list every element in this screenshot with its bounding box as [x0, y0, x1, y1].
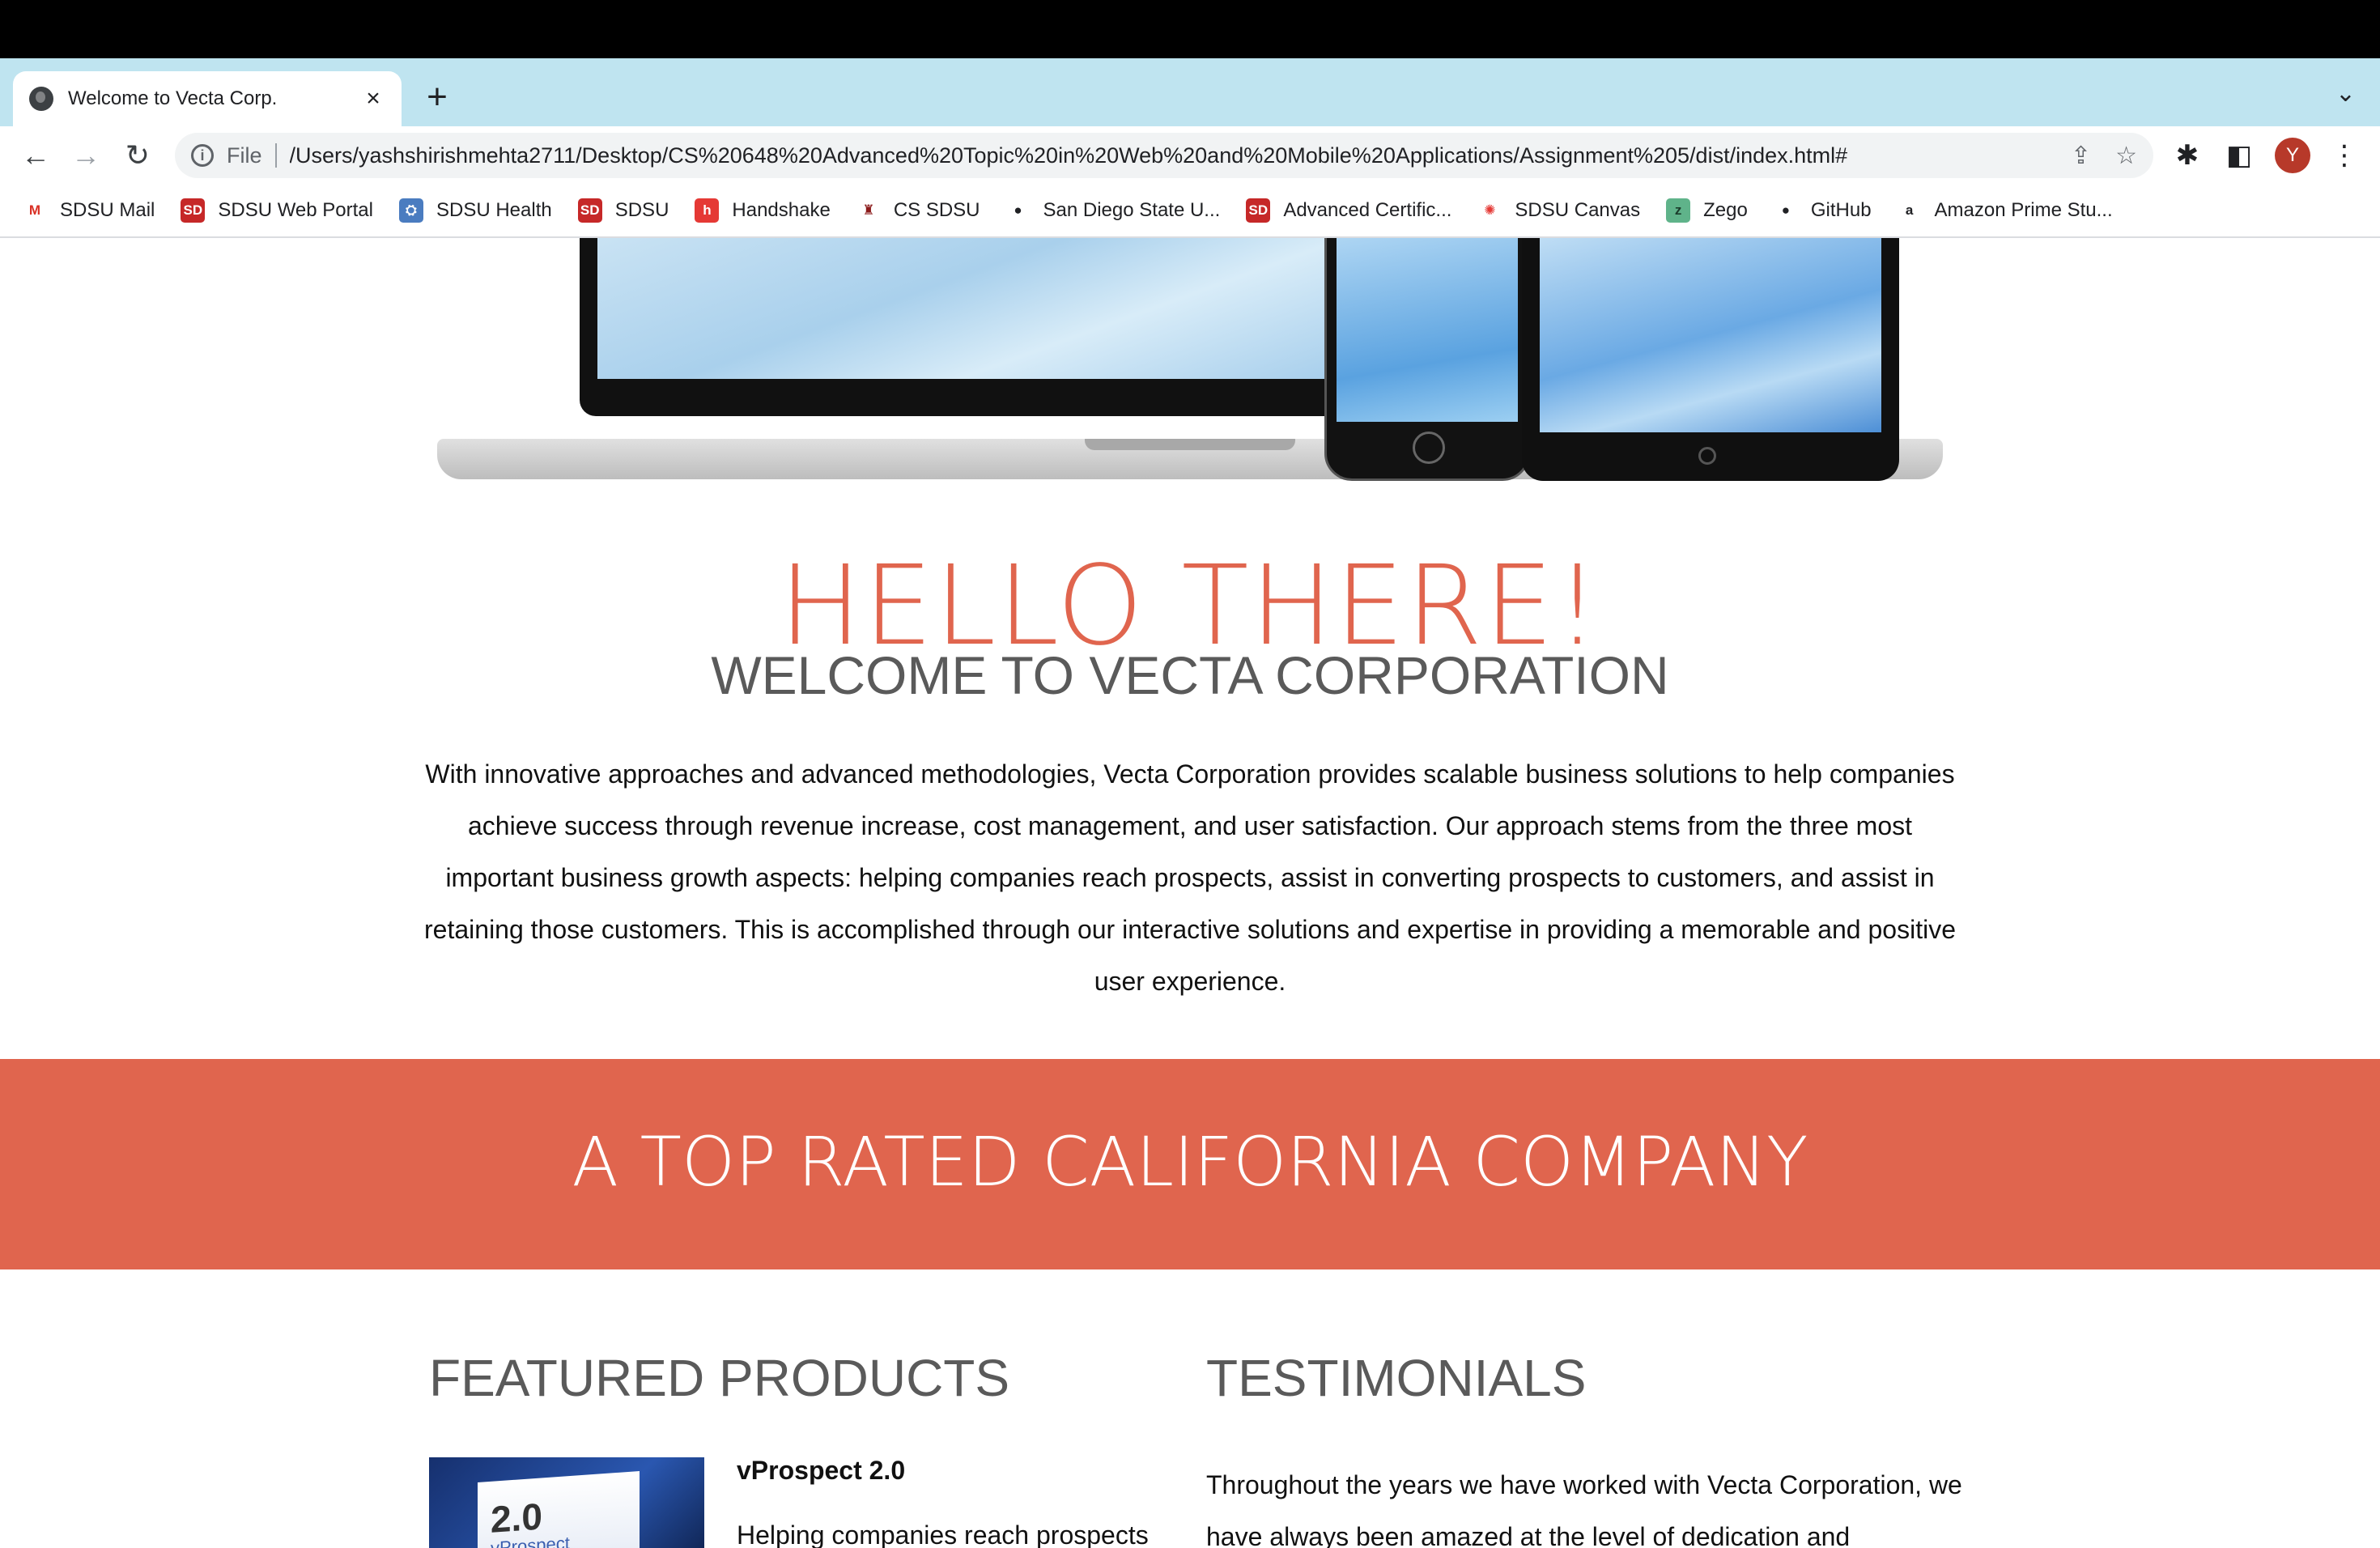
- testimonials-heading: TESTIMONIALS: [1206, 1349, 1587, 1407]
- featured-products-heading: FEATURED PRODUCTS: [429, 1349, 1010, 1407]
- bookmark-favicon-icon: SD: [577, 198, 602, 223]
- tablet-image: [1522, 238, 1899, 481]
- side-panel-icon[interactable]: ◧: [2221, 138, 2257, 173]
- new-tab-button[interactable]: +: [421, 78, 453, 117]
- back-button[interactable]: ←: [18, 138, 53, 173]
- phone-image: [1324, 238, 1530, 481]
- bookmark-favicon-icon: ●: [1773, 198, 1798, 223]
- bookmark-item[interactable]: ♜ CS SDSU: [856, 198, 980, 223]
- bookmark-label: San Diego State U...: [1043, 199, 1221, 221]
- bookmark-item[interactable]: ● GitHub: [1773, 198, 1872, 223]
- tab-search-icon[interactable]: ⌄: [2335, 79, 2356, 108]
- bookmark-favicon-icon: M: [23, 198, 47, 223]
- bookmark-favicon-icon: SD: [1246, 198, 1271, 223]
- bookmark-favicon-icon: a: [1897, 198, 1922, 223]
- bookmarks-bar: M SDSU Mail SD SDSU Web Portal ⛭ SDSU Health S…: [0, 185, 2380, 238]
- testimonial-text: Throughout the years we have worked with…: [1206, 1470, 1962, 1548]
- web-page: HELLO THERE! WELCOME TO VECTA CORPORATIO…: [0, 238, 2380, 1548]
- bookmark-item[interactable]: SD SDSU: [577, 198, 669, 223]
- bookmark-item[interactable]: ● San Diego State U...: [1005, 198, 1221, 223]
- tab-title: Welcome to Vecta Corp.: [68, 87, 278, 109]
- browser-menu-icon[interactable]: ⋮: [2327, 138, 2362, 173]
- product-thumbnail[interactable]: 2.0 vProspect: [429, 1457, 704, 1548]
- product-name[interactable]: vProspect 2.0: [737, 1456, 905, 1486]
- bookmark-favicon-icon: h: [695, 198, 720, 223]
- bookmark-favicon-icon: ⛭: [398, 198, 423, 223]
- bookmark-favicon-icon: ●: [1005, 198, 1031, 223]
- screen-top-bar: [0, 0, 2380, 58]
- bookmark-item[interactable]: ✺ SDSU Canvas: [1477, 198, 1640, 223]
- tab-strip: Welcome to Vecta Corp. × + ⌄: [0, 58, 2380, 126]
- reload-button[interactable]: ↻: [120, 138, 155, 173]
- close-icon[interactable]: ×: [361, 85, 385, 113]
- bookmark-star-icon[interactable]: ☆: [2115, 142, 2137, 170]
- bookmark-item[interactable]: z Zego: [1666, 198, 1748, 223]
- share-icon[interactable]: ⇪: [2071, 142, 2091, 170]
- url-text[interactable]: /Users/yashshirishmehta2711/Desktop/CS%2…: [290, 143, 2046, 168]
- top-rated-banner: A TOP RATED CALIFORNIA COMPANY: [0, 1059, 2380, 1269]
- product-description: Helping companies reach prospects: [737, 1520, 1149, 1548]
- bookmark-label: Advanced Certific...: [1283, 199, 1452, 221]
- bookmark-item[interactable]: SD SDSU Web Portal: [181, 198, 373, 223]
- bookmark-label: Zego: [1703, 199, 1748, 221]
- bookmark-favicon-icon: ♜: [856, 198, 881, 223]
- bookmark-label: SDSU Canvas: [1515, 199, 1641, 221]
- info-icon[interactable]: i: [191, 144, 214, 167]
- intro-paragraph: With innovative approaches and advanced …: [424, 759, 1956, 996]
- url-scheme: File: [227, 142, 262, 168]
- bookmark-label: SDSU: [614, 199, 669, 221]
- bookmark-label: SDSU Health: [436, 199, 552, 221]
- devices-hero-image: [437, 238, 1943, 481]
- bookmark-item[interactable]: h Handshake: [695, 198, 831, 223]
- bookmark-favicon-icon: ✺: [1477, 198, 1502, 223]
- banner-title: A TOP RATED CALIFORNIA COMPANY: [572, 1122, 1808, 1201]
- profile-avatar[interactable]: Y: [2275, 138, 2310, 173]
- bookmark-item[interactable]: a Amazon Prime Stu...: [1897, 198, 2113, 223]
- bookmark-label: CS SDSU: [893, 199, 980, 221]
- address-bar[interactable]: i File /Users/yashshirishmehta2711/Deskt…: [175, 133, 2153, 178]
- bookmark-label: GitHub: [1810, 199, 1872, 221]
- bookmark-item[interactable]: SD Advanced Certific...: [1246, 198, 1451, 223]
- bookmark-item[interactable]: ⛭ SDSU Health: [398, 198, 552, 223]
- bookmark-favicon-icon: SD: [181, 198, 206, 223]
- forward-button[interactable]: →: [68, 138, 104, 173]
- url-divider: [274, 143, 277, 168]
- globe-icon: [29, 87, 53, 111]
- welcome-heading: WELCOME TO VECTA CORPORATION: [711, 645, 1669, 705]
- bookmark-favicon-icon: z: [1666, 198, 1691, 223]
- browser-toolbar: ← → ↻ i File /Users/yashshirishmehta2711…: [0, 126, 2380, 185]
- tab-active[interactable]: Welcome to Vecta Corp. ×: [13, 71, 402, 126]
- bookmark-label: Amazon Prime Stu...: [1934, 199, 2113, 221]
- bookmark-label: Handshake: [732, 199, 831, 221]
- bookmark-label: SDSU Web Portal: [218, 199, 373, 221]
- bookmark-label: SDSU Mail: [60, 199, 155, 221]
- bookmark-item[interactable]: M SDSU Mail: [23, 198, 155, 223]
- extensions-icon[interactable]: ✱: [2170, 138, 2205, 173]
